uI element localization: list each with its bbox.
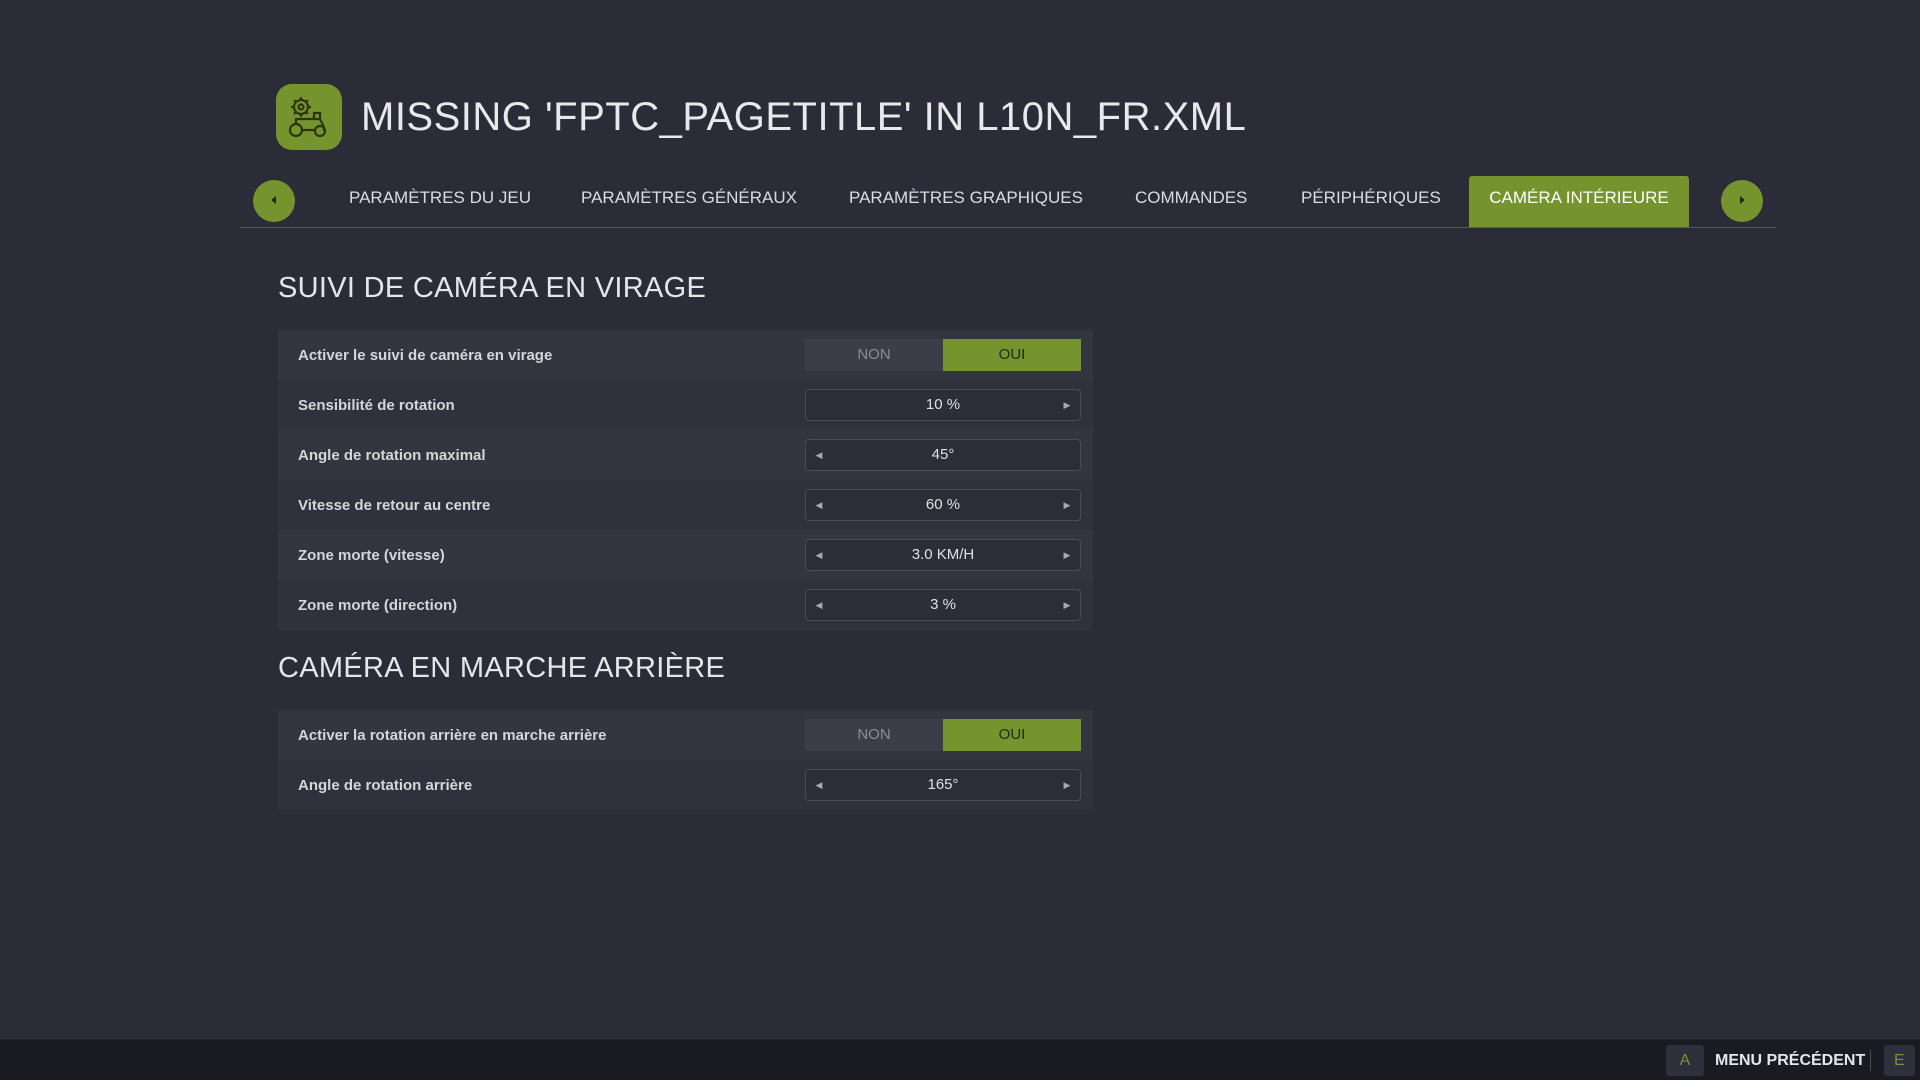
- tab-graphics-settings[interactable]: PARAMÈTRES GRAPHIQUES: [849, 176, 1083, 227]
- setting-row-cornering-follow: Activer le suivi de caméra en virage NON…: [278, 330, 1093, 380]
- stepper-value: 165°: [927, 776, 959, 793]
- reverse-rotation-toggle: NON OUI: [805, 719, 1081, 751]
- setting-row-deadzone-speed: Zone morte (vitesse) ◀ 3.0 KM/H ▶: [278, 530, 1093, 580]
- return-speed-stepper[interactable]: ◀ 60 % ▶: [805, 489, 1081, 521]
- tab-bar: PARAMÈTRES DU JEU PARAMÈTRES GÉNÉRAUX PA…: [240, 176, 1776, 228]
- stepper-value: 10 %: [925, 396, 961, 413]
- page-header: MISSING 'FPTC_PAGETITLE' IN L10N_FR.XML: [276, 84, 1246, 150]
- previous-page-button[interactable]: [253, 180, 295, 222]
- stepper-value: 3 %: [930, 596, 956, 613]
- bottom-bar: A MENU PRÉCÉDENT E: [0, 1039, 1920, 1080]
- key-hint-e[interactable]: E: [1884, 1045, 1915, 1076]
- setting-label: Zone morte (vitesse): [298, 546, 445, 564]
- setting-label: Angle de rotation arrière: [298, 776, 473, 794]
- toggle-option-oui[interactable]: OUI: [943, 719, 1081, 751]
- deadzone-direction-stepper[interactable]: ◀ 3 % ▶: [805, 589, 1081, 621]
- setting-row-reverse-rotation-angle: Angle de rotation arrière ◀ 165° ▶: [278, 760, 1093, 810]
- key-hint-a[interactable]: A: [1666, 1045, 1704, 1076]
- section-title: SUIVI DE CAMÉRA EN VIRAGE: [278, 272, 707, 304]
- cornering-follow-toggle: NON OUI: [805, 339, 1081, 371]
- deadzone-speed-stepper[interactable]: ◀ 3.0 KM/H ▶: [805, 539, 1081, 571]
- stepper-value: 3.0 KM/H: [911, 546, 975, 563]
- toggle-option-non[interactable]: NON: [805, 339, 943, 371]
- settings-page: MISSING 'FPTC_PAGETITLE' IN L10N_FR.XML …: [0, 0, 1920, 1080]
- toggle-option-non[interactable]: NON: [805, 719, 943, 751]
- triangle-right-icon: [1737, 192, 1747, 210]
- setting-label: Zone morte (direction): [298, 596, 458, 614]
- triangle-right-icon[interactable]: ▶: [1054, 590, 1080, 620]
- settings-list: Activer le suivi de caméra en virage NON…: [278, 330, 1093, 630]
- triangle-right-icon[interactable]: ▶: [1054, 390, 1080, 420]
- toggle-option-oui[interactable]: OUI: [943, 339, 1081, 371]
- max-rotation-angle-stepper[interactable]: ◀ 45°: [805, 439, 1081, 471]
- reverse-rotation-angle-stepper[interactable]: ◀ 165° ▶: [805, 769, 1081, 801]
- tab-game-settings[interactable]: PARAMÈTRES DU JEU: [349, 176, 531, 227]
- setting-row-deadzone-direction: Zone morte (direction) ◀ 3 % ▶: [278, 580, 1093, 630]
- setting-row-reverse-rotation: Activer la rotation arrière en marche ar…: [278, 710, 1093, 760]
- stepper-value: 45°: [931, 446, 955, 463]
- tab-devices[interactable]: PÉRIPHÉRIQUES: [1301, 176, 1441, 227]
- settings-list: Activer la rotation arrière en marche ar…: [278, 710, 1093, 810]
- tab-controls[interactable]: COMMANDES: [1135, 176, 1247, 227]
- footer-divider: [1870, 1050, 1871, 1071]
- setting-label: Vitesse de retour au centre: [298, 496, 491, 514]
- setting-label: Angle de rotation maximal: [298, 446, 486, 464]
- setting-label: Sensibilité de rotation: [298, 396, 455, 414]
- setting-row-max-rotation-angle: Angle de rotation maximal ◀ 45°: [278, 430, 1093, 480]
- triangle-left-icon: [269, 192, 279, 210]
- tab-general-settings[interactable]: PARAMÈTRES GÉNÉRAUX: [581, 176, 797, 227]
- next-page-button[interactable]: [1721, 180, 1763, 222]
- tractor-gear-icon: [276, 84, 342, 150]
- section-title: CAMÉRA EN MARCHE ARRIÈRE: [278, 652, 726, 684]
- setting-label: Activer le suivi de caméra en virage: [298, 346, 553, 364]
- setting-label: Activer la rotation arrière en marche ar…: [298, 726, 607, 744]
- rotation-sensitivity-stepper[interactable]: 10 % ▶: [805, 389, 1081, 421]
- triangle-right-icon[interactable]: ▶: [1054, 770, 1080, 800]
- tab-interior-camera[interactable]: CAMÉRA INTÉRIEURE: [1469, 176, 1689, 227]
- setting-row-rotation-sensitivity: Sensibilité de rotation 10 % ▶: [278, 380, 1093, 430]
- setting-row-return-speed: Vitesse de retour au centre ◀ 60 % ▶: [278, 480, 1093, 530]
- triangle-right-icon[interactable]: ▶: [1054, 490, 1080, 520]
- back-menu-label[interactable]: MENU PRÉCÉDENT: [1715, 1040, 1865, 1080]
- page-title: MISSING 'FPTC_PAGETITLE' IN L10N_FR.XML: [361, 94, 1247, 139]
- stepper-value: 60 %: [925, 496, 961, 513]
- triangle-right-icon[interactable]: ▶: [1054, 540, 1080, 570]
